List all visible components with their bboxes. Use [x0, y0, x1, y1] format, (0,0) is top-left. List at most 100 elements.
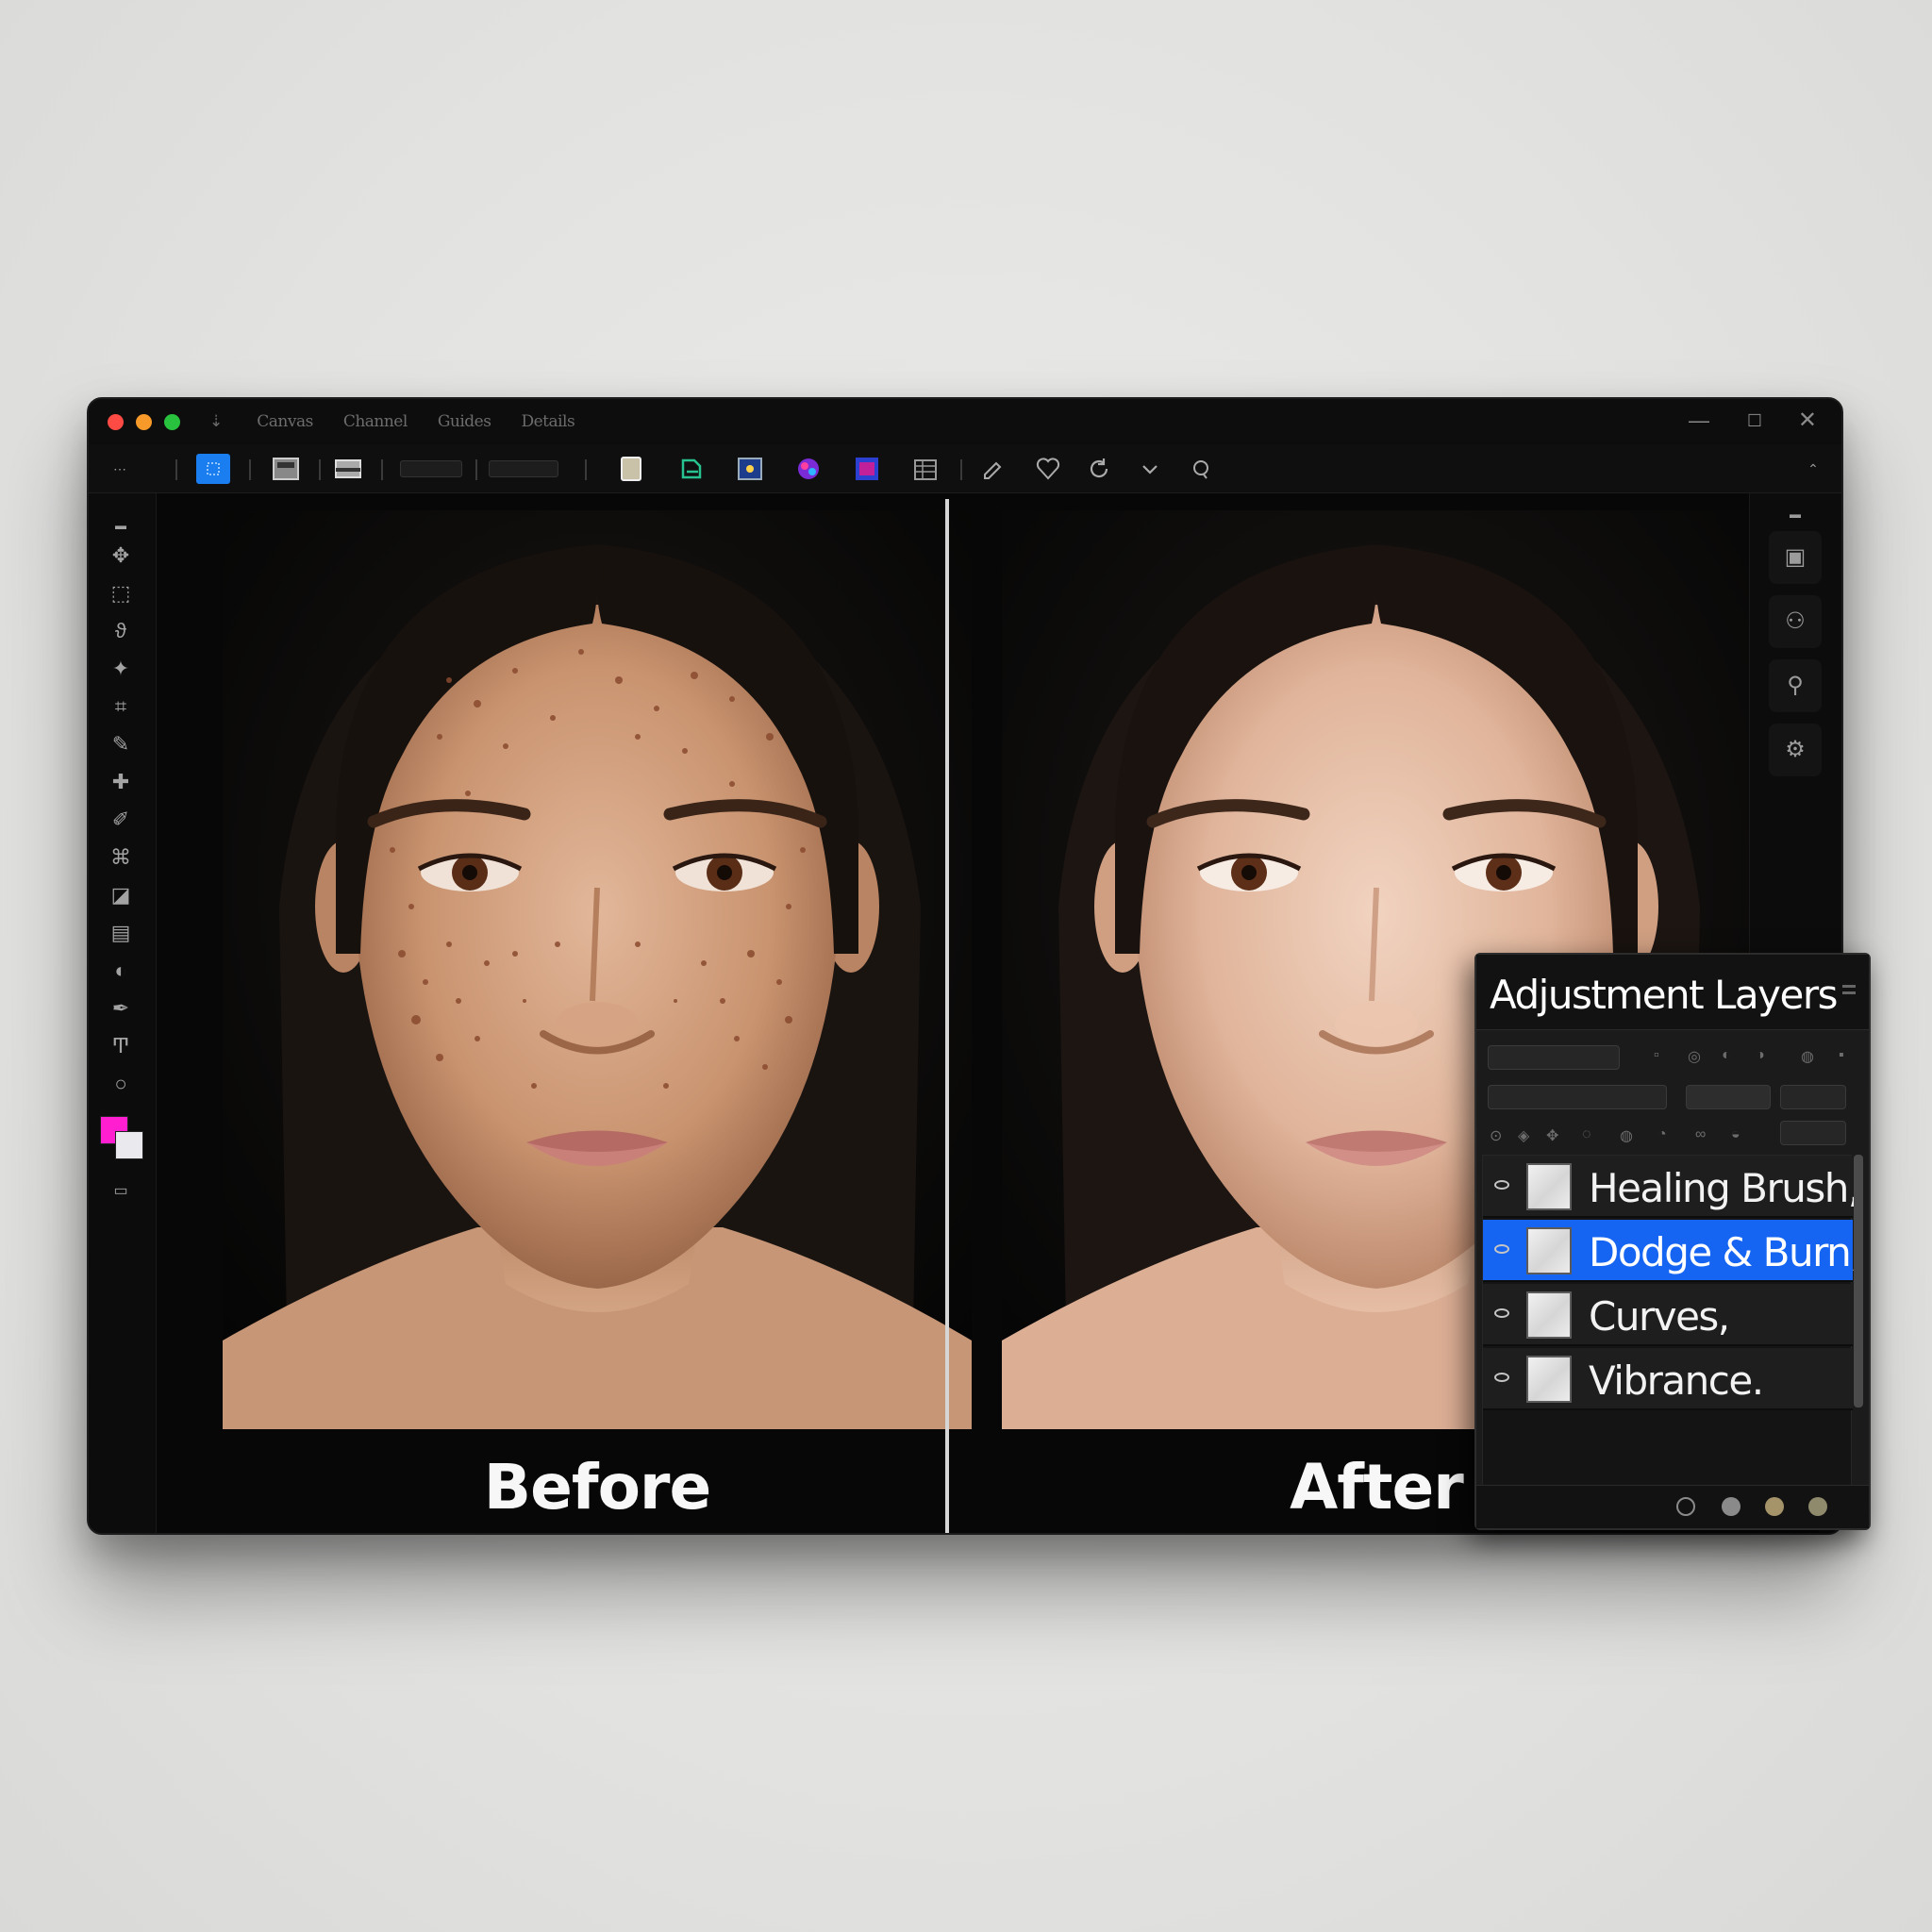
grid-icon[interactable]: [909, 454, 941, 484]
layer-thumbnail: [1526, 1227, 1572, 1274]
lasso-tool-icon[interactable]: ϑ: [106, 616, 136, 646]
history-icon[interactable]: ▣: [1769, 531, 1822, 584]
window-maximize-button[interactable]: ☐: [1747, 408, 1762, 433]
lock-all-icon[interactable]: ◍: [1620, 1126, 1633, 1145]
fill-input[interactable]: [1780, 1121, 1846, 1145]
toolbar-separator: [475, 459, 477, 480]
panel-filter-row: ▫ ◎ ◐ ◑ ◍ ▪: [1484, 1041, 1861, 1074]
lock-link-icon[interactable]: ∞: [1695, 1126, 1706, 1143]
lock-transparent-icon[interactable]: ⊙: [1490, 1126, 1502, 1145]
filter-adjust-icon[interactable]: ◎: [1688, 1047, 1701, 1066]
visibility-eye-icon[interactable]: [1494, 1308, 1509, 1318]
rotate-icon[interactable]: [1083, 454, 1115, 484]
mask-icon[interactable]: [1765, 1497, 1784, 1516]
toolbar-separator: [249, 459, 251, 480]
panel-menu-icon[interactable]: [1842, 985, 1856, 994]
dodge-tool-icon[interactable]: ◐: [106, 956, 136, 986]
heart-icon[interactable]: [1032, 454, 1064, 484]
marquee-tool-icon[interactable]: ⬚: [106, 578, 136, 608]
crop-tool-icon[interactable]: ⌗: [106, 691, 136, 722]
size-field[interactable]: [400, 460, 462, 477]
opacity-input[interactable]: [1780, 1085, 1846, 1109]
layer-name: Healing Brush,: [1589, 1165, 1860, 1211]
new-layer-icon[interactable]: [1676, 1497, 1695, 1516]
layer-row-vibrance[interactable]: Vibrance.: [1483, 1348, 1853, 1410]
frame-icon[interactable]: [270, 454, 302, 484]
quick-mask-icon[interactable]: ▭: [106, 1176, 136, 1207]
title-bar: ⇣ Canvas Channel Guides Details — ☐ ✕: [89, 399, 1841, 444]
filter-type-icon[interactable]: ◐: [1722, 1047, 1731, 1064]
before-portrait-image: [223, 510, 972, 1429]
menu-item-guides[interactable]: Guides: [423, 412, 507, 431]
layer-row-curves[interactable]: Curves,: [1483, 1284, 1853, 1346]
lock-group-icon[interactable]: ◔: [1657, 1126, 1667, 1143]
panel-footer: [1476, 1485, 1869, 1528]
properties-icon[interactable]: ⚇: [1769, 595, 1822, 648]
chevron-down-icon[interactable]: [1134, 454, 1166, 484]
menu-item-canvas[interactable]: Canvas: [242, 412, 328, 431]
home-icon[interactable]: ⋯: [106, 454, 134, 484]
layers-scrollbar[interactable]: [1854, 1155, 1863, 1407]
zoom-dot[interactable]: [164, 414, 180, 430]
menu-item-details[interactable]: Details: [506, 412, 590, 431]
adjustment-layers-panel: Adjustment Layers ▫ ◎ ◐ ◑ ◍ ▪ ⊙ ◈ ✥ ◌ ◍ …: [1474, 953, 1871, 1530]
swatch-icon[interactable]: [792, 454, 824, 484]
layer-row-dodge-burn[interactable]: Dodge & Burn,: [1483, 1220, 1863, 1282]
layer-row-healing-brush[interactable]: Healing Brush,: [1483, 1156, 1860, 1218]
layer-icon[interactable]: [851, 454, 883, 484]
lock-artboard-icon[interactable]: ◌: [1582, 1126, 1591, 1143]
layer-name: Vibrance.: [1589, 1357, 1764, 1404]
layer-kind-filter[interactable]: [1488, 1045, 1620, 1070]
stamp-tool-icon[interactable]: ⌘: [106, 842, 136, 873]
toolbar-separator: [585, 459, 587, 480]
visibility-eye-icon[interactable]: [1494, 1244, 1509, 1254]
adjustment-icon[interactable]: [1722, 1497, 1740, 1516]
filter-toggle-icon[interactable]: ▪: [1839, 1047, 1844, 1064]
visibility-eye-icon[interactable]: [1494, 1373, 1509, 1382]
background-color-swatch[interactable]: [115, 1131, 143, 1159]
wand-tool-icon[interactable]: ✦: [106, 654, 136, 684]
healing-tool-icon[interactable]: ✚: [106, 767, 136, 797]
image-icon[interactable]: [332, 454, 364, 484]
pen-icon[interactable]: [977, 454, 1009, 484]
menu-item-channel[interactable]: Channel: [328, 412, 423, 431]
lock-mask-icon[interactable]: ◒: [1731, 1126, 1740, 1143]
layer-name: Curves,: [1589, 1293, 1730, 1340]
blend-mode-select[interactable]: [1488, 1085, 1667, 1109]
filter-shape-icon[interactable]: ◑: [1756, 1047, 1765, 1064]
pen-tool-icon[interactable]: ✒: [106, 993, 136, 1024]
gradient-tool-icon[interactable]: ▤: [106, 918, 136, 948]
visibility-eye-icon[interactable]: [1494, 1180, 1509, 1190]
filter-smart-icon[interactable]: ◍: [1801, 1047, 1814, 1066]
delete-layer-icon[interactable]: [1808, 1497, 1827, 1516]
navigator-icon[interactable]: [734, 454, 766, 484]
close-dot[interactable]: [108, 414, 124, 430]
window-close-button[interactable]: ✕: [1798, 408, 1817, 433]
brush-tool-icon[interactable]: ✐: [106, 805, 136, 835]
opacity-field[interactable]: [489, 460, 558, 477]
minimize-dot[interactable]: [136, 414, 152, 430]
navigator-panel-icon[interactable]: ⚙: [1769, 724, 1822, 776]
options-toolbar: ⋯ ⌃: [89, 444, 1841, 493]
menu-download-icon[interactable]: ⇣: [209, 412, 223, 431]
export-icon[interactable]: [675, 454, 708, 484]
window-minimize-button[interactable]: —: [1689, 408, 1709, 433]
move-tool-icon[interactable]: ✥: [106, 541, 136, 571]
collapse-icon[interactable]: ⌃: [1802, 454, 1824, 484]
lock-pixels-icon[interactable]: ◈: [1518, 1126, 1529, 1145]
eyedropper-tool-icon[interactable]: ✎: [106, 729, 136, 759]
before-photo[interactable]: [223, 510, 972, 1429]
filter-pixel-icon[interactable]: ▫: [1654, 1047, 1659, 1064]
hand-tool-icon[interactable]: ○: [106, 1069, 136, 1099]
panel-lock-row: ⊙ ◈ ✥ ◌ ◍ ◔ ∞ ◒: [1484, 1121, 1861, 1153]
eraser-tool-icon[interactable]: ◪: [106, 880, 136, 910]
layer-thumbnail: [1526, 1291, 1572, 1339]
file-icon[interactable]: [615, 454, 647, 484]
brush-settings-icon[interactable]: ⚲: [1769, 659, 1822, 712]
lasso-icon[interactable]: [1185, 454, 1217, 484]
layer-thumbnail: [1526, 1163, 1572, 1210]
lock-position-icon[interactable]: ✥: [1546, 1126, 1558, 1145]
select-icon[interactable]: [196, 454, 230, 484]
split-divider-handle[interactable]: [945, 499, 949, 1533]
type-tool-icon[interactable]: Ͳ: [106, 1031, 136, 1061]
